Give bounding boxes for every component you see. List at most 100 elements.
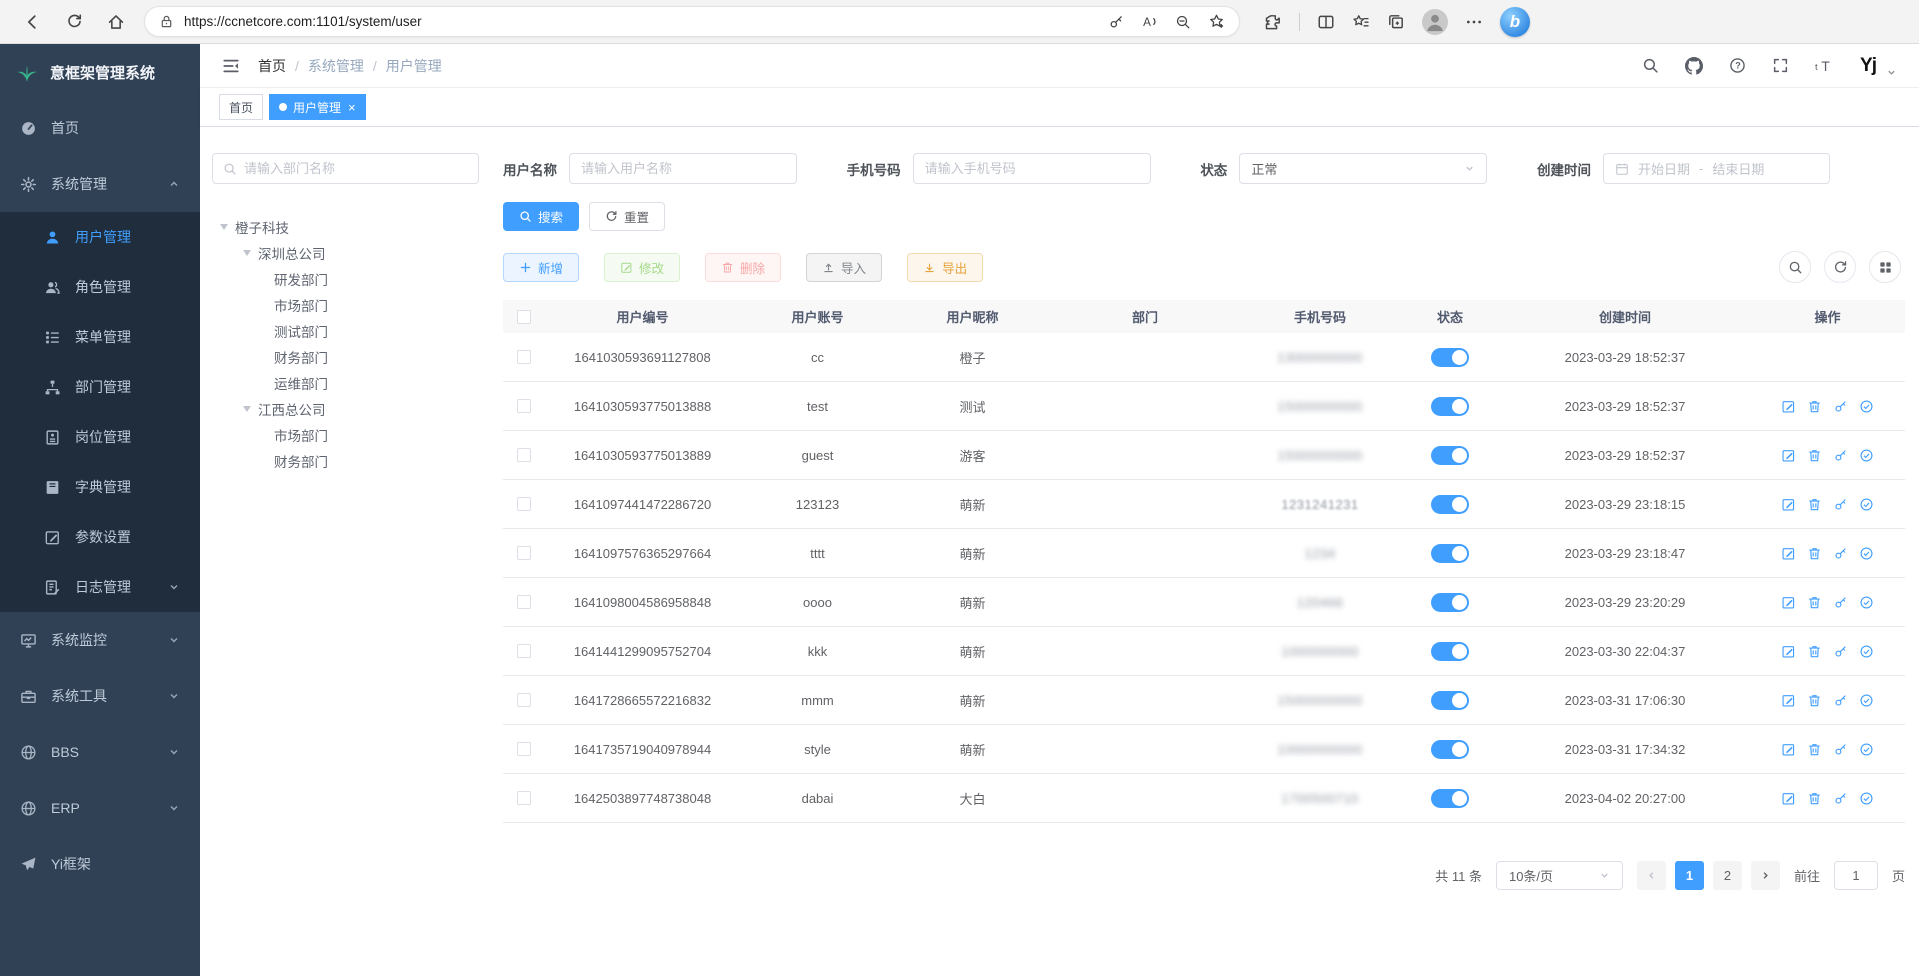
sidebar-item-yi-framework[interactable]: Yi框架 xyxy=(0,836,200,892)
assign-check-circle-icon[interactable] xyxy=(1859,791,1874,806)
sidebar-item-parameters[interactable]: 参数设置 xyxy=(0,512,200,562)
phone-input[interactable] xyxy=(913,153,1151,184)
collections-icon[interactable] xyxy=(1387,13,1405,31)
edit-icon[interactable] xyxy=(1781,546,1796,561)
status-toggle[interactable] xyxy=(1431,789,1469,808)
row-check[interactable] xyxy=(517,644,531,658)
status-toggle[interactable] xyxy=(1431,642,1469,661)
row-check[interactable] xyxy=(517,742,531,756)
row-check[interactable] xyxy=(517,546,531,560)
status-select[interactable]: 正常 xyxy=(1239,153,1487,184)
tree-node-leaf[interactable]: 运维部门 xyxy=(212,370,479,396)
delete-icon[interactable] xyxy=(1807,693,1822,708)
add-button[interactable]: 新增 xyxy=(503,253,579,282)
sidebar-item-menus[interactable]: 菜单管理 xyxy=(0,312,200,362)
reset-password-key-icon[interactable] xyxy=(1833,497,1848,512)
assign-check-circle-icon[interactable] xyxy=(1859,546,1874,561)
department-search-box[interactable] xyxy=(212,153,479,184)
url-text[interactable]: https://ccnetcore.com:1101/system/user xyxy=(184,14,1098,29)
delete-icon[interactable] xyxy=(1807,644,1822,659)
delete-icon[interactable] xyxy=(1807,448,1822,463)
read-aloud-icon[interactable]: A xyxy=(1141,13,1158,30)
sidebar-item-tools[interactable]: 系统工具 xyxy=(0,668,200,724)
import-button[interactable]: 导入 xyxy=(806,253,882,282)
sidebar-item-roles[interactable]: 角色管理 xyxy=(0,262,200,312)
row-check[interactable] xyxy=(517,448,531,462)
favorite-star-add-icon[interactable] xyxy=(1208,13,1225,30)
row-check[interactable] xyxy=(517,595,531,609)
delete-icon[interactable] xyxy=(1807,742,1822,757)
edit-icon[interactable] xyxy=(1781,791,1796,806)
sidebar-item-departments[interactable]: 部门管理 xyxy=(0,362,200,412)
browser-back-button[interactable] xyxy=(14,5,50,39)
help-icon[interactable]: ? xyxy=(1729,57,1746,74)
reset-button[interactable]: 重置 xyxy=(589,202,665,231)
split-screen-icon[interactable] xyxy=(1317,13,1335,31)
tree-node-leaf[interactable]: 市场部门 xyxy=(212,422,479,448)
next-page-button[interactable] xyxy=(1751,861,1780,890)
edit-button[interactable]: 修改 xyxy=(604,253,680,282)
edit-icon[interactable] xyxy=(1781,693,1796,708)
tree-node-root[interactable]: 橙子科技 xyxy=(212,214,479,240)
delete-icon[interactable] xyxy=(1807,595,1822,610)
status-toggle[interactable] xyxy=(1431,446,1469,465)
tree-node-leaf[interactable]: 财务部门 xyxy=(212,448,479,474)
reset-password-key-icon[interactable] xyxy=(1833,742,1848,757)
header-search-icon[interactable] xyxy=(1642,57,1659,74)
goto-page-input[interactable] xyxy=(1834,861,1878,890)
sidebar-item-logs[interactable]: 日志管理 xyxy=(0,562,200,612)
sidebar-item-monitor[interactable]: 系统监控 xyxy=(0,612,200,668)
reset-password-key-icon[interactable] xyxy=(1833,448,1848,463)
sidebar-item-erp[interactable]: ERP xyxy=(0,780,200,836)
edit-icon[interactable] xyxy=(1781,399,1796,414)
assign-check-circle-icon[interactable] xyxy=(1859,595,1874,610)
status-toggle[interactable] xyxy=(1431,740,1469,759)
search-button[interactable]: 搜索 xyxy=(503,202,579,231)
table-columns-button[interactable] xyxy=(1869,251,1901,283)
export-button[interactable]: 导出 xyxy=(907,253,983,282)
password-key-icon[interactable] xyxy=(1108,14,1124,30)
date-range-picker[interactable]: 开始日期 - 结束日期 xyxy=(1603,153,1830,184)
sidebar-item-home[interactable]: 首页 xyxy=(0,100,200,156)
tree-expand-caret-icon[interactable] xyxy=(220,224,228,230)
delete-icon[interactable] xyxy=(1807,791,1822,806)
row-check[interactable] xyxy=(517,399,531,413)
status-toggle[interactable] xyxy=(1431,593,1469,612)
menu-fold-icon[interactable] xyxy=(222,57,240,75)
assign-check-circle-icon[interactable] xyxy=(1859,742,1874,757)
edit-icon[interactable] xyxy=(1781,448,1796,463)
status-toggle[interactable] xyxy=(1431,495,1469,514)
tree-node-leaf[interactable]: 测试部门 xyxy=(212,318,479,344)
table-refresh-button[interactable] xyxy=(1824,251,1856,283)
sidebar-item-bbs[interactable]: BBS xyxy=(0,724,200,780)
reset-password-key-icon[interactable] xyxy=(1833,595,1848,610)
tree-node-branch[interactable]: 江西总公司 xyxy=(212,396,479,422)
page-size-select[interactable]: 10条/页 xyxy=(1496,861,1623,890)
prev-page-button[interactable] xyxy=(1637,861,1666,890)
fullscreen-icon[interactable] xyxy=(1772,57,1789,74)
delete-icon[interactable] xyxy=(1807,497,1822,512)
department-search-input[interactable] xyxy=(244,161,468,176)
tree-node-leaf[interactable]: 市场部门 xyxy=(212,292,479,318)
page-button-2[interactable]: 2 xyxy=(1713,861,1742,890)
status-toggle[interactable] xyxy=(1431,397,1469,416)
tab-close-icon[interactable]: × xyxy=(348,100,356,115)
browser-menu-dots-icon[interactable] xyxy=(1465,13,1483,31)
status-toggle[interactable] xyxy=(1431,544,1469,563)
copilot-bing-icon[interactable]: b xyxy=(1500,7,1530,37)
tree-expand-caret-icon[interactable] xyxy=(243,406,251,412)
browser-profile-avatar[interactable] xyxy=(1422,9,1448,35)
tree-expand-caret-icon[interactable] xyxy=(243,250,251,256)
assign-check-circle-icon[interactable] xyxy=(1859,693,1874,708)
browser-refresh-button[interactable] xyxy=(56,5,92,39)
github-icon[interactable] xyxy=(1685,57,1703,75)
row-check[interactable] xyxy=(517,350,531,364)
tab-home[interactable]: 首页 xyxy=(219,94,263,120)
row-check[interactable] xyxy=(517,791,531,805)
edit-icon[interactable] xyxy=(1781,595,1796,610)
extensions-icon[interactable] xyxy=(1264,13,1282,31)
tree-node-branch[interactable]: 深圳总公司 xyxy=(212,240,479,266)
assign-check-circle-icon[interactable] xyxy=(1859,644,1874,659)
row-check[interactable] xyxy=(517,693,531,707)
avatar-caret-down-icon[interactable] xyxy=(1886,67,1897,78)
